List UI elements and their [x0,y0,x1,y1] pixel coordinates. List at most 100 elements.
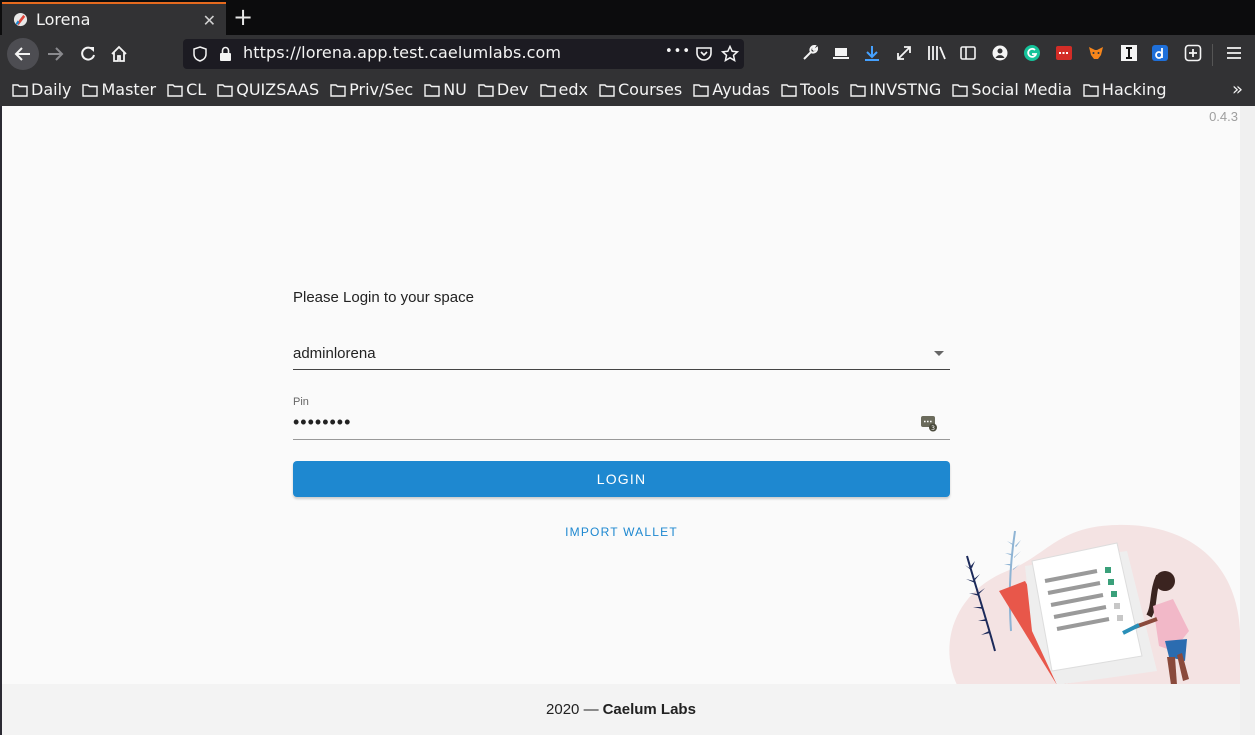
dropdown-arrow-icon[interactable] [934,351,944,356]
folder-icon [330,83,346,97]
folder-icon [1083,83,1099,97]
folder-icon [478,83,494,97]
bookmark-label: INVSTNG [869,80,942,99]
page-footer: 2020 — Caelum Labs [2,684,1240,735]
home-icon [111,45,127,62]
folder-icon [217,83,233,97]
url-bar[interactable]: https://lorena.app.test.caelumlabs.com •… [183,39,744,69]
lock-icon[interactable] [219,46,232,62]
laptop-icon[interactable] [831,43,851,63]
bookmark-folder[interactable]: INVSTNG [850,80,941,99]
login-button[interactable]: LOGIN [293,461,950,497]
metamask-icon[interactable] [1086,43,1106,63]
bookmarks-toolbar: Daily Master CL QUIZSAAS Priv/Sec NU Dev edx Cou… [0,73,1255,106]
bookmark-folder[interactable]: Priv/Sec [330,80,413,99]
add-extension-icon[interactable] [1183,43,1203,63]
expand-arrows-icon [897,46,911,60]
tab-strip: Lorena ✕ + [0,0,1255,35]
bookmark-folder[interactable]: CL [167,80,206,99]
library-icon[interactable] [927,43,947,63]
download-arrow-icon [865,46,879,61]
svg-text:3: 3 [931,425,935,432]
laptop-glyph-icon [833,48,849,59]
grammarly-icon[interactable] [1022,43,1042,63]
folder-icon [167,83,183,97]
bookmark-folder[interactable]: NU [424,80,467,99]
d-badge-icon [1152,45,1168,61]
lorena-favicon-icon [13,12,28,27]
blue-extension-icon[interactable] [1150,43,1170,63]
bookmark-label: Ayudas [712,80,770,99]
bookmark-label: CL [186,80,207,99]
forward-button[interactable] [40,39,70,69]
bookmark-folder[interactable]: Tools [781,80,839,99]
tab-close-icon[interactable]: ✕ [203,11,216,30]
tracking-shield-icon[interactable] [193,46,207,62]
reload-icon [81,46,95,61]
folder-icon [952,83,969,97]
password-manager-icon[interactable]: 3 [920,414,938,432]
library-books-icon [928,46,946,60]
account-circle-icon [992,45,1008,61]
page-actions-icon[interactable]: ••• [665,44,691,59]
folder-icon [424,83,440,97]
bookmark-label: QUIZSAAS [236,80,320,99]
bookmark-label: Daily [31,80,72,99]
bookmark-folder[interactable]: Dev [478,80,529,99]
bookmark-label: Dev [496,80,529,99]
browser-tab[interactable]: Lorena ✕ [2,2,226,35]
new-tab-button[interactable]: + [232,3,254,31]
bookmark-folder[interactable]: Courses [599,80,682,99]
pin-label: Pin [293,396,309,408]
folder-icon [12,83,28,97]
checklist-illustration [949,524,1240,685]
instapaper-i-icon [1121,45,1137,61]
red-extension-icon[interactable] [1054,43,1074,63]
bookmark-label: Master [101,80,157,99]
menu-button[interactable] [1224,43,1244,63]
bookmark-folder[interactable]: edx [539,80,588,99]
bookmark-folder[interactable]: Hacking [1083,80,1167,99]
instapaper-icon[interactable] [1119,43,1139,63]
toolbar-separator [1212,44,1213,66]
bookmark-star-icon[interactable] [721,45,739,63]
wrench-glyph-icon [803,44,819,60]
page-content: 0.4.3 Please Login to your space adminlo… [2,106,1240,735]
sidebar-icon[interactable] [958,43,978,63]
download-icon[interactable] [862,43,882,63]
bookmark-folder[interactable]: QUIZSAAS [217,80,319,99]
folder-icon [781,83,797,97]
sidebar-panel-icon [960,46,976,60]
bookmark-folder[interactable]: Social Media [952,80,1072,99]
home-button[interactable] [104,39,134,69]
bookmark-label: Hacking [1101,80,1167,99]
account-icon[interactable] [990,43,1010,63]
lastpass-dots-icon [1056,46,1072,60]
plus-square-icon [1184,44,1202,62]
bookmark-folder[interactable]: Ayudas [693,80,770,99]
tab-title: Lorena [36,10,91,29]
pin-field[interactable]: Pin •••••••• 3 [293,394,950,440]
bookmark-label: edx [558,80,588,99]
bookmark-folder[interactable]: Daily [12,80,71,99]
bookmark-folder[interactable]: Master [82,80,156,99]
user-select[interactable]: adminlorena [293,336,950,370]
pin-input[interactable]: •••••••• [293,412,351,433]
fox-icon [1089,47,1103,59]
url-text[interactable]: https://lorena.app.test.caelumlabs.com [243,43,561,62]
wrench-icon[interactable] [800,43,820,63]
forward-arrow-icon [48,47,64,61]
import-wallet-link[interactable]: IMPORT WALLET [293,525,950,539]
user-select-value: adminlorena [293,345,376,362]
reload-button[interactable] [73,39,103,69]
bookmarks-overflow-icon[interactable]: » [1232,79,1243,100]
app-version: 0.4.3 [1209,109,1238,124]
folder-icon [539,83,556,97]
bookmark-label: Tools [799,80,840,99]
bookmark-label: Courses [618,80,683,99]
fullscreen-icon[interactable] [894,43,914,63]
pocket-icon[interactable] [695,45,713,63]
back-button[interactable] [7,38,39,70]
back-arrow-icon [14,47,30,61]
page-scroll-track [1240,106,1255,735]
